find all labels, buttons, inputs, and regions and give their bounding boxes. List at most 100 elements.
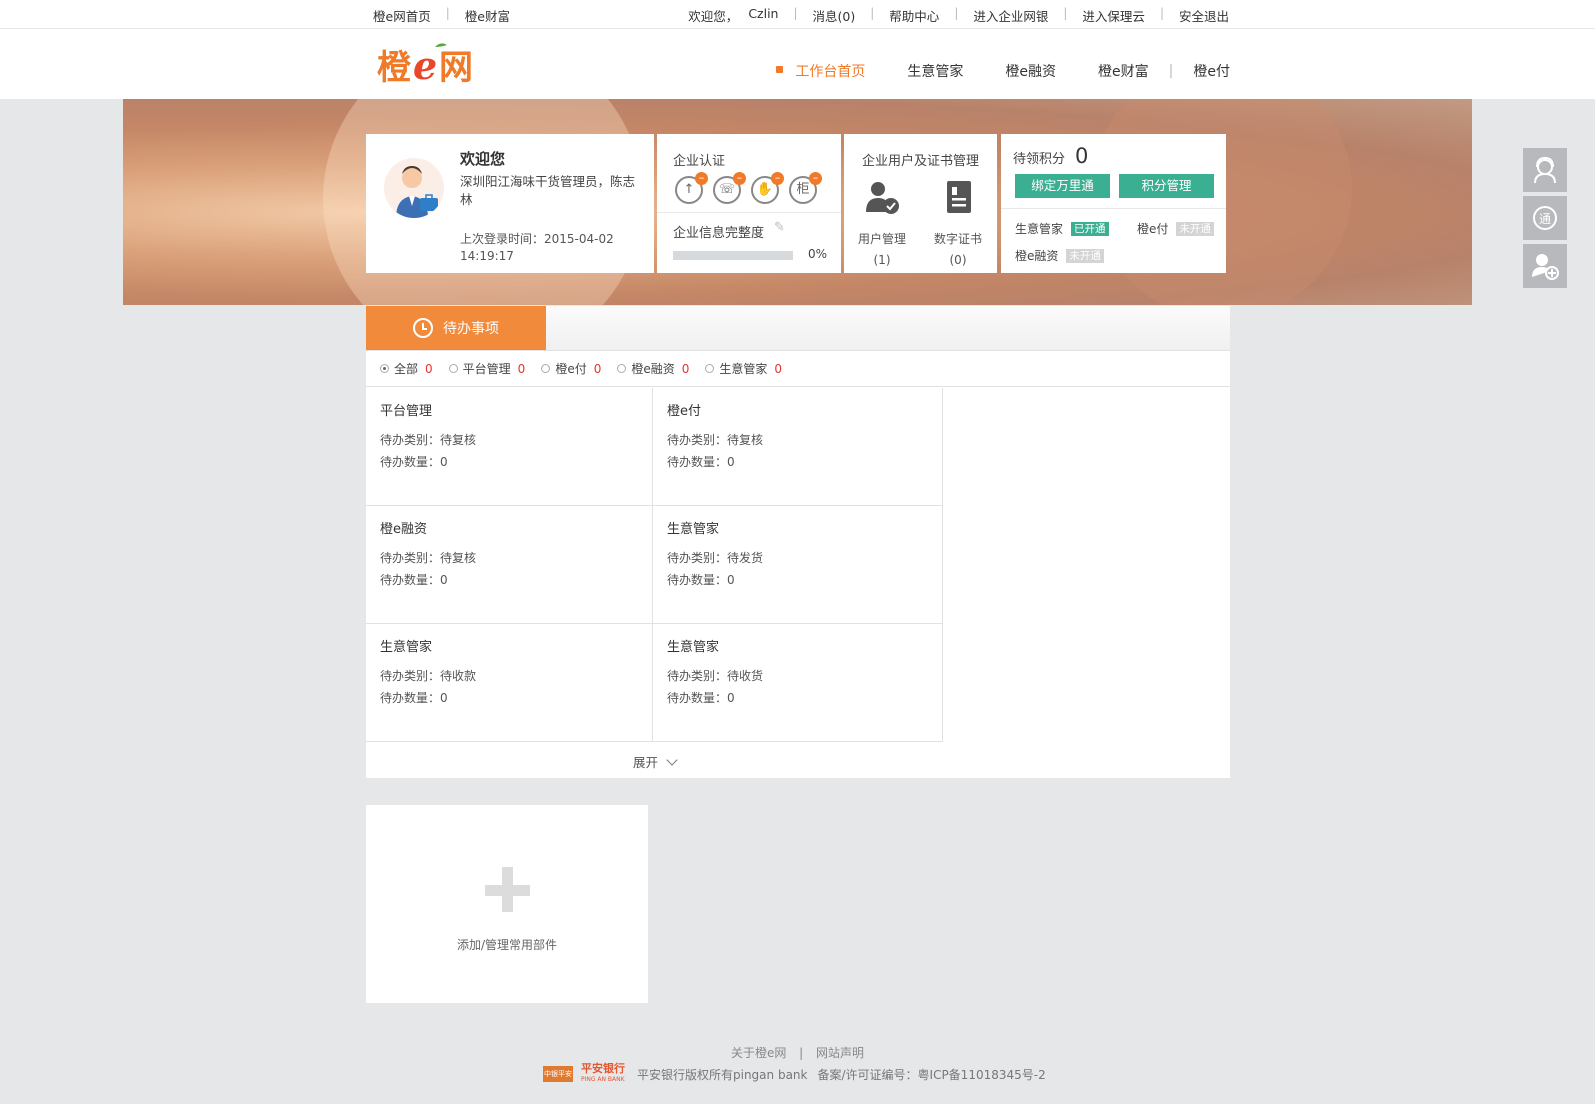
divider: | [870,6,875,20]
completeness-progress-bar [673,251,793,260]
radio-icon [448,364,458,373]
todo-item-name: 生意管家 [380,640,433,655]
statement-link[interactable]: 网站声明 [816,1046,864,1060]
todo-item-count: 待办数量：0 [380,455,448,469]
messages-link[interactable]: 消息(0) [813,6,856,25]
icp-text: 备案/许可证编号：粤ICP备11018345号-2 [817,1067,1046,1082]
footer-links: 关于橙e网 | 网站声明 [0,1044,1595,1061]
site-logo[interactable]: 橙 e 网 [377,41,487,87]
edit-icon[interactable]: ✎ [774,220,785,235]
service-name: 橙e付 [1137,222,1169,236]
divider: | [445,6,450,20]
add-widget-button[interactable]: 添加/管理常用部件 [366,805,648,1003]
service-pay[interactable]: 橙e付 未开通 [1137,220,1214,237]
businessman-icon [396,166,438,218]
digital-cert-label: 数字证书 [933,232,982,246]
welcome-title: 欢迎您 [460,150,506,168]
expand-label: 展开 [633,755,659,770]
todo-item[interactable]: 生意管家 待办类别：待收款 待办数量：0 [366,624,653,742]
chat-icon: 通 [1533,206,1557,230]
divider: | [954,6,959,20]
nav-workbench[interactable]: 工作台首页 [776,61,865,81]
wealth-link[interactable]: 橙e财富 [465,6,510,25]
divider [657,212,841,213]
filter-all[interactable]: 全部 0 [380,360,433,377]
points-card: 待领积分 0 绑定万里通 积分管理 生意管家 已开通 橙e付 未开通 橙e融资 … [1001,134,1226,273]
points-label: 待领积分 [1013,152,1066,167]
nav-pay[interactable]: 橙e付 [1193,61,1230,81]
nav-wealth[interactable]: 橙e财富 [1098,61,1149,81]
counter-cert-icon[interactable]: 柜 – [789,172,822,204]
filter-financing[interactable]: 橙e融资 0 [617,360,689,377]
radio-icon [705,364,715,373]
nav-business-manager[interactable]: 生意管家 [907,61,963,81]
svg-text:橙: 橙 [377,48,412,87]
todo-item-type: 待办类别：待收款 [380,669,477,683]
cert-title: 企业认证 [673,154,726,169]
points-management-button[interactable]: 积分管理 [1119,174,1214,198]
user-management-button[interactable]: 用户管理 (1) [852,178,912,267]
filter-count: 0 [681,361,690,376]
certificate-icon [939,178,977,216]
expand-button[interactable]: 展开 [366,752,943,771]
partner-logo: 中银平安 [543,1066,573,1082]
help-link[interactable]: 帮助中心 [889,6,939,25]
todo-item[interactable]: 橙e融资 待办类别：待复核 待办数量：0 [366,506,653,624]
home-link[interactable]: 橙e网首页 [373,6,431,25]
filter-platform[interactable]: 平台管理 0 [448,360,525,377]
filter-pay[interactable]: 橙e付 0 [541,360,601,377]
todo-item-count: 待办数量：0 [667,573,735,587]
filter-count: 0 [425,361,433,376]
todo-tab-bar: 待办事项 [366,306,1230,351]
service-name: 橙e融资 [1015,249,1059,263]
factoring-cloud-link[interactable]: 进入保理云 [1082,6,1145,25]
todo-item-type: 待办类别：待收货 [667,669,764,683]
todo-item[interactable]: 生意管家 待办类别：待收货 待办数量：0 [653,624,943,742]
todo-item-name: 生意管家 [667,640,720,655]
logout-link[interactable]: 安全退出 [1179,6,1229,25]
footer-copyright: 中银平安 平安银行 PING AN BANK 平安银行版权所有pingan ba… [543,1063,1046,1085]
add-widget-label: 添加/管理常用部件 [456,938,558,952]
cert-count: (0) [949,253,967,267]
customer-service-button[interactable] [1523,148,1567,192]
divider [1001,208,1226,209]
filter-count: 0 [774,361,783,376]
completeness-percent: 0% [807,247,827,261]
enterprise-bank-link[interactable]: 进入企业网银 [973,6,1048,25]
about-link[interactable]: 关于橙e网 [731,1046,786,1060]
todo-item-type: 待办类别：待复核 [380,551,477,565]
username-link[interactable]: Czlin [748,6,778,25]
todo-item-type: 待办类别：待发货 [667,551,764,565]
enterprise-cert-card: 企业认证 ↑ – ☏ – ✋ – 柜 – 企业信息完整度 ✎ 0% [657,134,841,273]
digital-cert-button[interactable]: 数字证书 (0) [928,178,988,267]
status-badge: 已开通 [1071,221,1109,236]
todo-item-count: 待办数量：0 [380,573,448,587]
filter-label: 橙e付 [555,362,587,376]
todo-item[interactable]: 平台管理 待办类别：待复核 待办数量：0 [366,388,653,506]
bind-wanlitong-button[interactable]: 绑定万里通 [1015,174,1110,198]
chat-button[interactable]: 通 [1523,196,1567,240]
service-financing[interactable]: 橙e融资 未开通 [1015,247,1104,264]
hand-cert-icon[interactable]: ✋ – [751,172,784,204]
points-value: 0 [1075,144,1089,168]
todo-item-name: 橙e付 [667,404,701,419]
radio-icon [541,364,551,373]
todo-item[interactable]: 生意管家 待办类别：待发货 待办数量：0 [653,506,943,624]
filter-label: 平台管理 [462,362,511,376]
todo-item[interactable]: 橙e付 待办类别：待复核 待办数量：0 [653,388,943,506]
phone-cert-icon[interactable]: ☏ – [713,172,746,204]
clock-icon [413,318,433,338]
main-nav: 工作台首页 生意管家 橙e融资 橙e财富 | 橙e付 [753,61,1230,81]
filter-business[interactable]: 生意管家 0 [705,360,782,377]
copyright-text: 平安银行版权所有pingan bank [637,1067,808,1082]
divider: | [1159,6,1164,20]
tab-todo[interactable]: 待办事项 [366,306,546,350]
upload-cert-icon[interactable]: ↑ – [675,172,708,204]
tab-todo-label: 待办事项 [443,321,499,337]
svg-text:网: 网 [439,48,473,87]
service-business-manager[interactable]: 生意管家 已开通 [1015,220,1109,237]
nav-financing[interactable]: 橙e融资 [1005,61,1056,81]
status-badge: 未开通 [1066,248,1104,263]
todo-item-type: 待办类别：待复核 [380,433,477,447]
add-contact-button[interactable] [1523,244,1567,288]
